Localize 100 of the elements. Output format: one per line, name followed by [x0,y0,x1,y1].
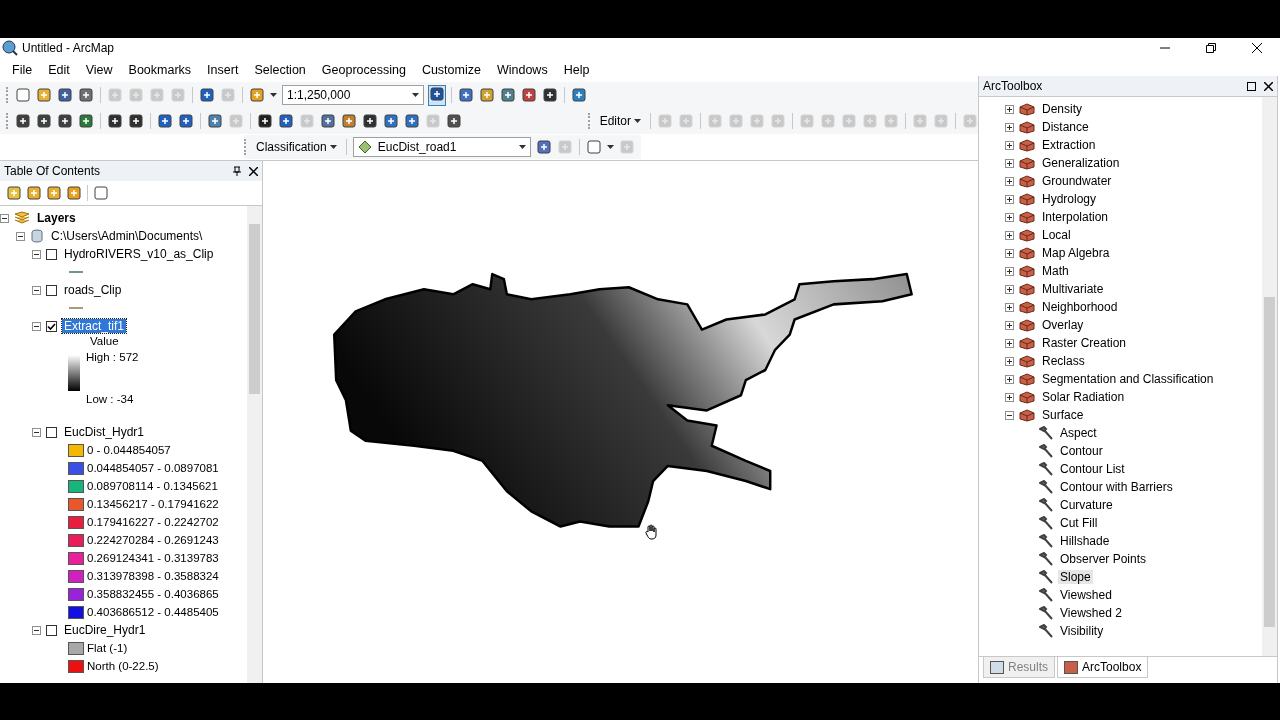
collapse-icon[interactable] [32,249,41,259]
layer-checkbox[interactable] [46,248,57,260]
toolset-name[interactable]: Extraction [1040,138,1098,152]
toolset-name[interactable]: Local [1040,228,1073,242]
tool-name[interactable]: Viewshed 2 [1058,606,1124,620]
menu-item[interactable]: Help [555,63,598,77]
collapse-icon[interactable] [32,427,41,437]
tool-name[interactable]: Hillshade [1058,534,1112,548]
expand-icon[interactable] [1005,392,1014,402]
layer-combo[interactable]: EucDist_road1 [352,137,531,157]
tool-name[interactable]: Visibility [1058,624,1106,638]
expand-icon[interactable] [1005,122,1014,132]
layer-checkbox[interactable] [46,426,57,438]
collapse-icon[interactable] [32,321,41,331]
toolset-name[interactable]: Surface [1040,408,1086,422]
layer-name[interactable]: HydroRIVERS_v10_as_Clip [62,247,216,261]
menu-item[interactable]: Geoprocessing [313,63,414,77]
expand-icon[interactable] [1005,158,1014,168]
tool-name[interactable]: Viewshed [1058,588,1114,602]
layer-name[interactable]: C:\Users\Admin\Documents\ [49,229,205,243]
dropdown-caret-icon[interactable] [518,145,526,149]
expand-icon[interactable] [1005,230,1014,240]
classification-menu[interactable]: Classification [253,140,340,154]
dropdown-caret-icon[interactable] [270,93,277,97]
close-icon[interactable] [249,166,258,176]
collapse-icon[interactable] [16,231,25,241]
layer-checkbox[interactable] [46,284,57,296]
expand-icon[interactable] [1005,212,1014,222]
layer-checkbox[interactable] [46,320,57,332]
hammer-icon [1039,516,1053,530]
expand-icon[interactable] [1005,284,1014,294]
tool-name[interactable]: Contour [1058,444,1105,458]
toolset-name[interactable]: Multivariate [1040,282,1106,296]
menu-item[interactable]: Windows [488,63,556,77]
toolset-name[interactable]: Math [1040,264,1071,278]
menu-item[interactable]: Bookmarks [120,63,200,77]
menu-item[interactable]: File [4,63,41,77]
expand-icon[interactable] [1005,194,1014,204]
layer-name[interactable]: EucDist_Hydr1 [62,425,147,439]
layer-name[interactable]: roads_Clip [62,283,124,297]
layer-checkbox[interactable] [46,624,57,636]
close-icon[interactable] [1252,43,1262,53]
toolset-name[interactable]: Raster Creation [1040,336,1129,350]
expand-icon[interactable] [1005,374,1014,384]
toolset-name[interactable]: Map Algebra [1040,246,1112,260]
collapse-icon[interactable] [0,213,9,223]
expand-icon[interactable] [1005,104,1014,114]
panel-tab[interactable]: Results [983,657,1055,678]
menu-item[interactable]: Edit [40,63,78,77]
legend-label: 0 - 0.044854057 [87,444,171,456]
toolset-name[interactable]: Neighborhood [1040,300,1120,314]
tool-name[interactable]: Observer Points [1058,552,1149,566]
menu-item[interactable]: View [77,63,121,77]
scrollbar[interactable] [1262,97,1277,656]
dropdown-caret-icon[interactable] [412,93,419,97]
panel-tab[interactable]: ArcToolbox [1057,657,1149,678]
tool-name[interactable]: Contour List [1058,462,1127,476]
layer-name[interactable]: Layers [35,211,78,225]
layer-name[interactable]: EucDire_Hydr1 [62,623,148,637]
scale-combo[interactable]: 1:1,250,000 [282,85,424,105]
expand-icon[interactable] [1005,356,1014,366]
layer-name[interactable]: Extract_tif1 [62,319,127,333]
tool-name[interactable]: Aspect [1058,426,1099,440]
toolset-name[interactable]: Hydrology [1040,192,1099,206]
pin-icon[interactable] [233,166,241,176]
collapse-icon[interactable] [32,285,41,295]
dropdown-caret-icon[interactable] [634,119,641,123]
menu-item[interactable]: Customize [413,63,489,77]
toolset-name[interactable]: Distance [1040,120,1091,134]
tool-name[interactable]: Cut Fill [1058,516,1100,530]
hammer-icon [1039,624,1053,638]
toolset-name[interactable]: Solar Radiation [1040,390,1127,404]
toolset-name[interactable]: Overlay [1040,318,1086,332]
dropdown-caret-icon[interactable] [606,145,614,149]
collapse-icon[interactable] [1005,410,1014,420]
expand-icon[interactable] [1005,176,1014,186]
expand-icon[interactable] [1005,266,1014,276]
toolset-name[interactable]: Density [1040,102,1084,116]
expand-icon[interactable] [1005,320,1014,330]
scrollbar[interactable] [247,206,262,683]
expand-icon[interactable] [1005,302,1014,312]
toolset-name[interactable]: Generalization [1040,156,1122,170]
toolset-name[interactable]: Segmentation and Classification [1040,372,1216,386]
expand-icon[interactable] [1005,248,1014,258]
tool-name[interactable]: Slope [1058,570,1093,584]
restore-icon[interactable] [1206,43,1216,53]
expand-icon[interactable] [1005,338,1014,348]
expand-icon[interactable] [1005,140,1014,150]
dropdown-caret-icon[interactable] [329,145,337,149]
tool-name[interactable]: Contour with Barriers [1058,480,1175,494]
close-icon[interactable] [1264,81,1273,91]
toolset-name[interactable]: Groundwater [1040,174,1114,188]
maximize-icon[interactable] [1247,81,1256,91]
editor-menu[interactable]: Editor [596,114,644,128]
toolset-name[interactable]: Interpolation [1040,210,1111,224]
collapse-icon[interactable] [32,625,41,635]
menu-item[interactable]: Insert [199,63,247,77]
menu-item[interactable]: Selection [246,63,314,77]
tool-name[interactable]: Curvature [1058,498,1115,512]
toolset-name[interactable]: Reclass [1040,354,1087,368]
